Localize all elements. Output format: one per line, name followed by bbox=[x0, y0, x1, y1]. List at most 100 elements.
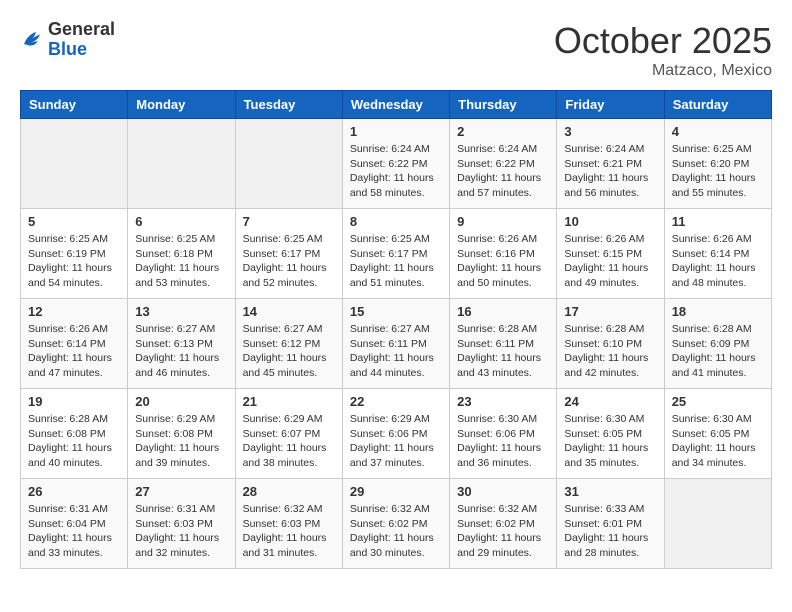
day-cell: 16 Sunrise: 6:28 AMSunset: 6:11 PMDayligh… bbox=[450, 299, 557, 389]
day-number: 24 bbox=[564, 394, 656, 409]
day-cell: 5Sunrise: 6:25 AMSunset: 6:19 PMDaylight… bbox=[21, 209, 128, 299]
col-header-wednesday: Wednesday bbox=[342, 91, 449, 119]
day-number: 14 bbox=[243, 304, 335, 319]
day-info: Sunrise: 6:26 AMSunset: 6:16 PMDaylight:… bbox=[457, 232, 549, 291]
day-info: Sunrise: 6:32 AMSunset: 6:02 PMDaylight:… bbox=[457, 502, 549, 561]
day-cell: 31Sunrise: 6:33 AMSunset: 6:01 PMDayligh… bbox=[557, 479, 664, 569]
day-number: 26 bbox=[28, 484, 120, 499]
day-info: Sunrise: 6:28 AMSunset: 6:11 PMDaylight:… bbox=[457, 322, 549, 381]
day-number: 12 bbox=[28, 304, 120, 319]
day-info: Sunrise: 6:24 AMSunset: 6:22 PMDaylight:… bbox=[350, 142, 442, 201]
col-header-thursday: Thursday bbox=[450, 91, 557, 119]
day-cell: 23 Sunrise: 6:30 AMSunset: 6:06 PMDayligh… bbox=[450, 389, 557, 479]
col-header-monday: Monday bbox=[128, 91, 235, 119]
day-number: 29 bbox=[350, 484, 442, 499]
calendar-body: 1 Sunrise: 6:24 AMSunset: 6:22 PMDaylight… bbox=[21, 119, 772, 569]
day-info: Sunrise: 6:25 AMSunset: 6:20 PMDaylight:… bbox=[672, 142, 764, 201]
day-cell: 3Sunrise: 6:24 AMSunset: 6:21 PMDaylight… bbox=[557, 119, 664, 209]
day-number: 7 bbox=[243, 214, 335, 229]
day-info: Sunrise: 6:32 AMSunset: 6:02 PMDaylight:… bbox=[350, 502, 442, 561]
location: Matzaco, Mexico bbox=[554, 62, 772, 80]
day-info: Sunrise: 6:30 AMSunset: 6:05 PMDaylight:… bbox=[672, 412, 764, 471]
day-cell: 30 Sunrise: 6:32 AMSunset: 6:02 PMDayligh… bbox=[450, 479, 557, 569]
day-info: Sunrise: 6:25 AMSunset: 6:17 PMDaylight:… bbox=[350, 232, 442, 291]
day-info: Sunrise: 6:32 AMSunset: 6:03 PMDaylight:… bbox=[243, 502, 335, 561]
title-block: October 2025 Matzaco, Mexico bbox=[554, 20, 772, 80]
logo-icon bbox=[20, 28, 44, 52]
day-number: 9 bbox=[457, 214, 549, 229]
day-info: Sunrise: 6:26 AMSunset: 6:14 PMDaylight:… bbox=[28, 322, 120, 381]
day-info: Sunrise: 6:25 AMSunset: 6:18 PMDaylight:… bbox=[135, 232, 227, 291]
day-cell: 11 Sunrise: 6:26 AMSunset: 6:14 PMDayligh… bbox=[664, 209, 771, 299]
day-cell bbox=[128, 119, 235, 209]
day-number: 17 bbox=[564, 304, 656, 319]
day-cell: 9 Sunrise: 6:26 AMSunset: 6:16 PMDaylight… bbox=[450, 209, 557, 299]
day-cell: 22 Sunrise: 6:29 AMSunset: 6:06 PMDayligh… bbox=[342, 389, 449, 479]
day-cell: 7 Sunrise: 6:25 AMSunset: 6:17 PMDaylight… bbox=[235, 209, 342, 299]
col-header-saturday: Saturday bbox=[664, 91, 771, 119]
week-row-3: 12 Sunrise: 6:26 AMSunset: 6:14 PMDayligh… bbox=[21, 299, 772, 389]
day-info: Sunrise: 6:30 AMSunset: 6:06 PMDaylight:… bbox=[457, 412, 549, 471]
day-number: 20 bbox=[135, 394, 227, 409]
day-info: Sunrise: 6:30 AMSunset: 6:05 PMDaylight:… bbox=[564, 412, 656, 471]
col-header-tuesday: Tuesday bbox=[235, 91, 342, 119]
day-info: Sunrise: 6:28 AMSunset: 6:08 PMDaylight:… bbox=[28, 412, 120, 471]
day-cell: 20Sunrise: 6:29 AMSunset: 6:08 PMDayligh… bbox=[128, 389, 235, 479]
day-number: 16 bbox=[457, 304, 549, 319]
day-number: 1 bbox=[350, 124, 442, 139]
day-info: Sunrise: 6:24 AMSunset: 6:22 PMDaylight:… bbox=[457, 142, 549, 201]
header-row: SundayMondayTuesdayWednesdayThursdayFrid… bbox=[21, 91, 772, 119]
day-info: Sunrise: 6:33 AMSunset: 6:01 PMDaylight:… bbox=[564, 502, 656, 561]
day-cell: 4Sunrise: 6:25 AMSunset: 6:20 PMDaylight… bbox=[664, 119, 771, 209]
day-number: 8 bbox=[350, 214, 442, 229]
day-cell: 21Sunrise: 6:29 AMSunset: 6:07 PMDayligh… bbox=[235, 389, 342, 479]
day-cell: 24 Sunrise: 6:30 AMSunset: 6:05 PMDayligh… bbox=[557, 389, 664, 479]
day-number: 30 bbox=[457, 484, 549, 499]
day-cell: 18 Sunrise: 6:28 AMSunset: 6:09 PMDayligh… bbox=[664, 299, 771, 389]
day-info: Sunrise: 6:29 AMSunset: 6:06 PMDaylight:… bbox=[350, 412, 442, 471]
day-number: 23 bbox=[457, 394, 549, 409]
page-header: General Blue October 2025 Matzaco, Mexic… bbox=[20, 20, 772, 80]
day-cell: 14 Sunrise: 6:27 AMSunset: 6:12 PMDayligh… bbox=[235, 299, 342, 389]
day-info: Sunrise: 6:27 AMSunset: 6:12 PMDaylight:… bbox=[243, 322, 335, 381]
day-info: Sunrise: 6:29 AMSunset: 6:07 PMDaylight:… bbox=[243, 412, 335, 471]
logo-blue: Blue bbox=[48, 40, 115, 60]
week-row-2: 5Sunrise: 6:25 AMSunset: 6:19 PMDaylight… bbox=[21, 209, 772, 299]
logo-general: General bbox=[48, 20, 115, 40]
day-number: 27 bbox=[135, 484, 227, 499]
month-title: October 2025 bbox=[554, 20, 772, 62]
day-info: Sunrise: 6:28 AMSunset: 6:09 PMDaylight:… bbox=[672, 322, 764, 381]
day-cell bbox=[235, 119, 342, 209]
day-number: 22 bbox=[350, 394, 442, 409]
day-number: 18 bbox=[672, 304, 764, 319]
day-number: 19 bbox=[28, 394, 120, 409]
day-number: 6 bbox=[135, 214, 227, 229]
day-info: Sunrise: 6:27 AMSunset: 6:13 PMDaylight:… bbox=[135, 322, 227, 381]
day-cell: 6 Sunrise: 6:25 AMSunset: 6:18 PMDaylight… bbox=[128, 209, 235, 299]
week-row-4: 19 Sunrise: 6:28 AMSunset: 6:08 PMDayligh… bbox=[21, 389, 772, 479]
day-cell: 2 Sunrise: 6:24 AMSunset: 6:22 PMDaylight… bbox=[450, 119, 557, 209]
day-number: 2 bbox=[457, 124, 549, 139]
calendar-header: SundayMondayTuesdayWednesdayThursdayFrid… bbox=[21, 91, 772, 119]
logo: General Blue bbox=[20, 20, 115, 60]
day-number: 15 bbox=[350, 304, 442, 319]
day-info: Sunrise: 6:25 AMSunset: 6:17 PMDaylight:… bbox=[243, 232, 335, 291]
day-info: Sunrise: 6:24 AMSunset: 6:21 PMDaylight:… bbox=[564, 142, 656, 201]
day-number: 13 bbox=[135, 304, 227, 319]
day-cell bbox=[21, 119, 128, 209]
day-info: Sunrise: 6:26 AMSunset: 6:14 PMDaylight:… bbox=[672, 232, 764, 291]
day-number: 5 bbox=[28, 214, 120, 229]
day-cell: 26Sunrise: 6:31 AMSunset: 6:04 PMDayligh… bbox=[21, 479, 128, 569]
day-number: 11 bbox=[672, 214, 764, 229]
day-cell: 17Sunrise: 6:28 AMSunset: 6:10 PMDayligh… bbox=[557, 299, 664, 389]
day-info: Sunrise: 6:27 AMSunset: 6:11 PMDaylight:… bbox=[350, 322, 442, 381]
day-cell: 19 Sunrise: 6:28 AMSunset: 6:08 PMDayligh… bbox=[21, 389, 128, 479]
day-cell: 13 Sunrise: 6:27 AMSunset: 6:13 PMDayligh… bbox=[128, 299, 235, 389]
week-row-5: 26Sunrise: 6:31 AMSunset: 6:04 PMDayligh… bbox=[21, 479, 772, 569]
day-cell: 15 Sunrise: 6:27 AMSunset: 6:11 PMDayligh… bbox=[342, 299, 449, 389]
day-info: Sunrise: 6:26 AMSunset: 6:15 PMDaylight:… bbox=[564, 232, 656, 291]
day-number: 28 bbox=[243, 484, 335, 499]
day-cell: 27Sunrise: 6:31 AMSunset: 6:03 PMDayligh… bbox=[128, 479, 235, 569]
col-header-friday: Friday bbox=[557, 91, 664, 119]
day-cell bbox=[664, 479, 771, 569]
